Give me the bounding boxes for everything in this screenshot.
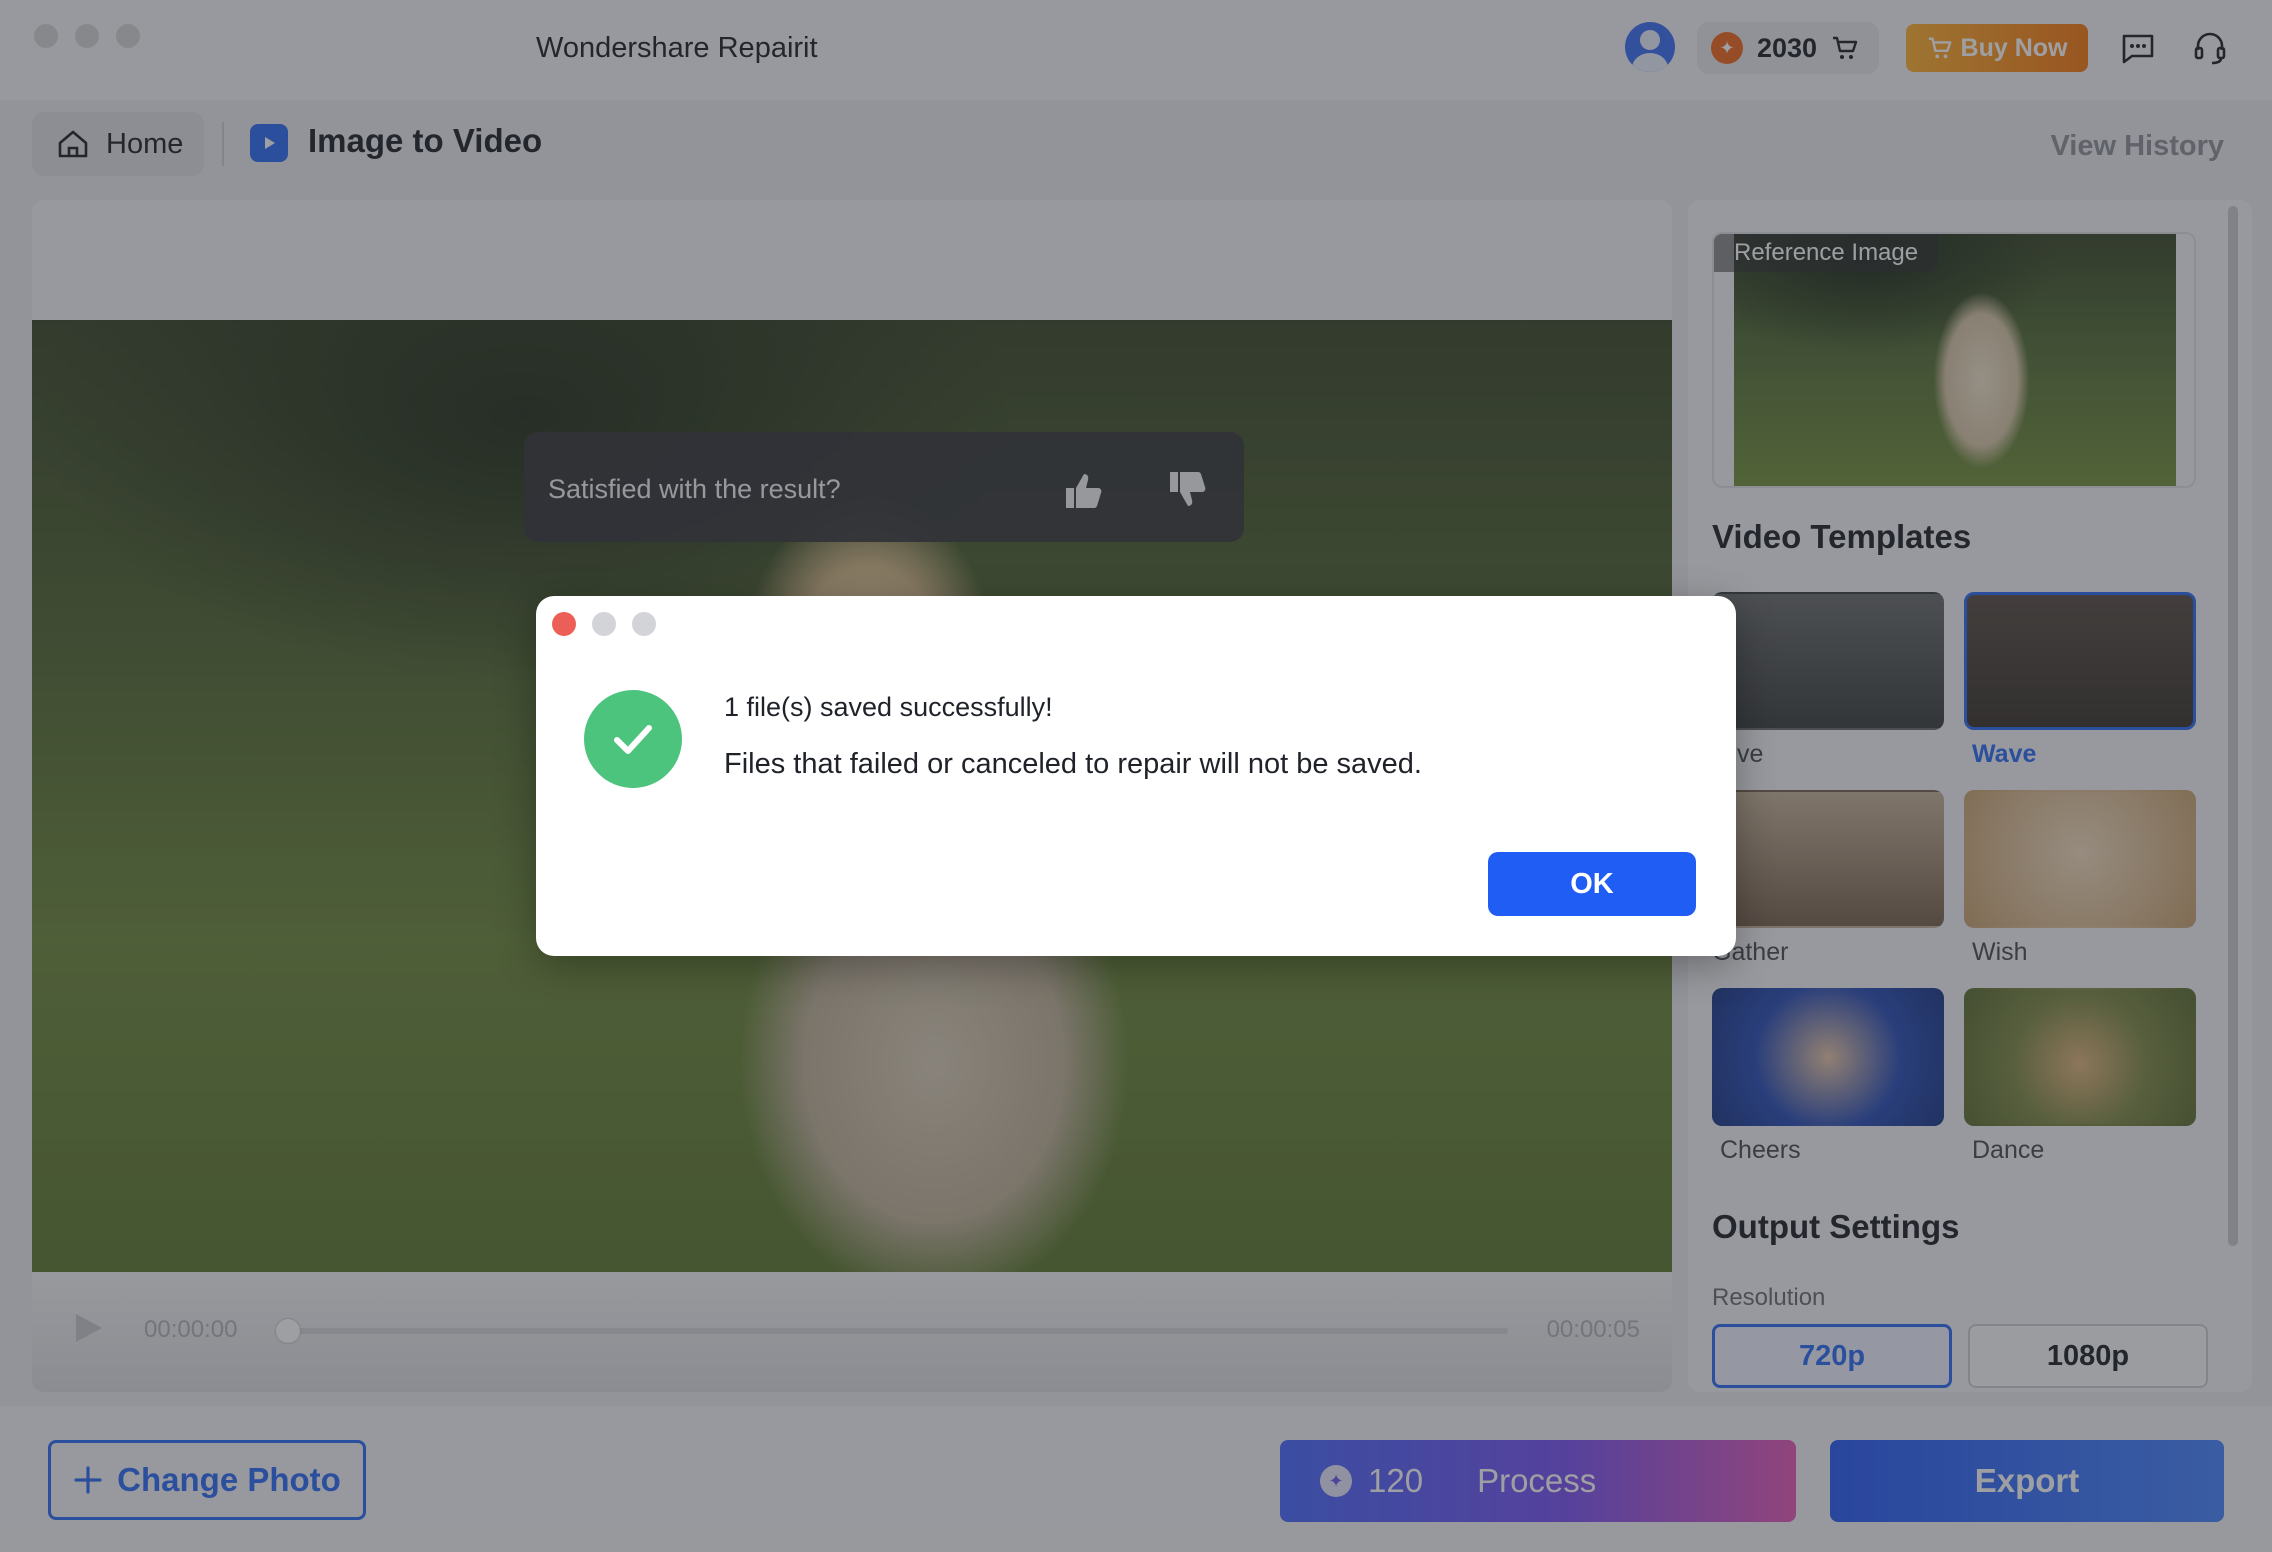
save-success-dialog: 1 file(s) saved successfully! Files that… xyxy=(536,596,1736,956)
dialog-minimize-button xyxy=(592,612,616,636)
success-check-icon xyxy=(584,690,682,788)
dialog-message-primary: 1 file(s) saved successfully! xyxy=(724,692,1053,722)
dialog-zoom-button xyxy=(632,612,656,636)
dialog-window-controls xyxy=(552,612,656,636)
dialog-message-secondary: Files that failed or canceled to repair … xyxy=(724,748,1422,780)
ok-button[interactable]: OK xyxy=(1488,852,1696,916)
dialog-close-button[interactable] xyxy=(552,612,576,636)
